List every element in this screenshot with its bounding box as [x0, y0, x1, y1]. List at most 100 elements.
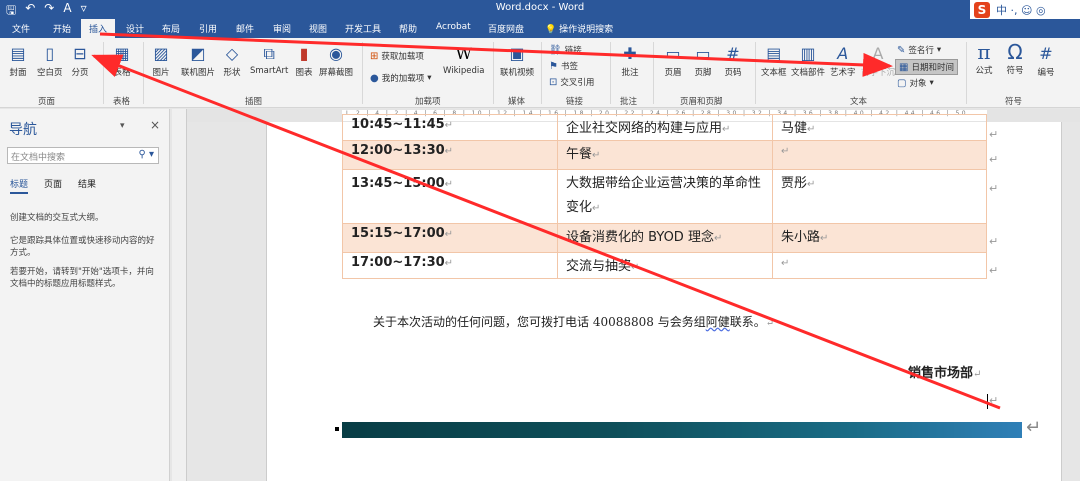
schedule-time-cell[interactable]: 15:15~17:00↵	[342, 223, 558, 253]
link-button[interactable]: ⛓ 链接	[549, 44, 582, 57]
shapes-button[interactable]: ◇ 形状	[222, 44, 242, 78]
tab-help[interactable]: 帮助	[399, 22, 417, 35]
pictures-button[interactable]: ▨ 图片	[151, 44, 171, 78]
search-icon[interactable]: ⚲ ▾	[138, 149, 154, 160]
group-divider	[143, 42, 144, 104]
number-button[interactable]: # 编号	[1036, 44, 1056, 78]
schedule-time-cell[interactable]: 12:00~13:30↵	[342, 140, 558, 170]
schedule-time-cell[interactable]: 10:45~11:45↵	[342, 114, 558, 141]
tab-mailings[interactable]: 邮件	[236, 22, 254, 35]
screenshot-button[interactable]: ◉ 屏幕截图	[319, 44, 353, 78]
schedule-speaker-cell[interactable]: 马健↵	[772, 114, 987, 141]
schedule-topic-cell[interactable]: 交流与抽奖↵	[557, 252, 773, 279]
schedule-time-cell[interactable]: 17:00~17:30↵	[342, 252, 558, 279]
cross-reference-button[interactable]: ⊡ 交叉引用	[549, 76, 594, 89]
tab-references[interactable]: 引用	[199, 22, 217, 35]
page-number-label: 页码	[724, 68, 742, 78]
contact-paragraph[interactable]: 关于本次活动的任何问题，您可拨打电话 40088808 与会务组阿健联系。↵	[373, 313, 774, 330]
vertical-ruler[interactable]	[172, 109, 187, 481]
chart-icon: ▮	[299, 44, 309, 63]
page-break-button[interactable]: ⊟ 分页	[70, 44, 90, 78]
ime-toolbar[interactable]: S 中 ·, ☺ ◎	[970, 0, 1080, 19]
navigation-pane: 导航 ▾ × 在文档中搜索 ⚲ ▾ 标题 页面 结果 创建文档的交互式大纲。 它…	[0, 109, 170, 481]
tab-baidu-netdisk[interactable]: 百度网盘	[488, 22, 524, 35]
header-button[interactable]: ▭ 页眉	[663, 44, 683, 78]
link-label: 链接	[564, 46, 582, 56]
tab-file[interactable]: 文件	[12, 22, 30, 35]
schedule-speaker-cell[interactable]: 朱小路↵	[772, 223, 987, 253]
drop-cap-button[interactable]: A 首字下沉	[861, 44, 895, 78]
object-button[interactable]: ▢ 对象 ▾	[897, 77, 934, 90]
tab-design[interactable]: 设计	[126, 22, 144, 35]
schedule-speaker-cell[interactable]: 贾彤↵	[772, 169, 987, 224]
date-time-button[interactable]: ▦ 日期和时间	[895, 59, 958, 75]
blank-page-button[interactable]: ▯ 空白页	[37, 44, 63, 78]
table-row[interactable]: 12:00~13:30↵ 午餐↵ ↵	[342, 140, 987, 170]
schedule-topic-cell[interactable]: 企业社交网络的构建与应用↵	[557, 114, 773, 141]
department-signature[interactable]: 销售市场部↵	[908, 362, 981, 381]
nav-search-input[interactable]: 在文档中搜索 ⚲ ▾	[7, 147, 159, 164]
wordart-button[interactable]: A 艺术字	[830, 44, 856, 78]
schedule-topic-cell[interactable]: 大数据带给企业运营决策的革命性变化↵	[557, 169, 773, 224]
symbol-label: 符号	[1006, 66, 1024, 76]
table-row[interactable]: 13:45~15:00↵ 大数据带给企业运营决策的革命性变化↵ 贾彤↵	[342, 169, 987, 224]
tab-layout[interactable]: 布局	[162, 22, 180, 35]
tab-view[interactable]: 视图	[309, 22, 327, 35]
nav-tab-pages[interactable]: 页面	[44, 177, 62, 194]
tab-acrobat[interactable]: Acrobat	[436, 22, 471, 32]
wikipedia-label: Wikipedia	[443, 66, 485, 76]
table-row[interactable]: 10:45~11:45↵ 企业社交网络的构建与应用↵ 马健↵	[342, 114, 987, 141]
wikipedia-button[interactable]: W Wikipedia	[443, 44, 484, 76]
table-row[interactable]: 15:15~17:00↵ 设备消费化的 BYOD 理念↵ 朱小路↵	[342, 223, 987, 253]
nav-title: 导航	[9, 122, 37, 138]
schedule-table[interactable]: 10:45~11:45↵ 企业社交网络的构建与应用↵ 马健↵ 12:00~13:30↵…	[342, 114, 987, 279]
contact-text: 关于本次活动的任何问题，您可拨打电话 40088808 与会务组	[373, 315, 706, 329]
smartart-button[interactable]: ⧉ SmartArt	[250, 44, 288, 76]
signature-line-button[interactable]: ✎ 签名行 ▾	[897, 44, 941, 57]
schedule-topic-cell[interactable]: 午餐↵	[557, 140, 773, 170]
get-addins-button[interactable]: ⊞ 获取加载项	[370, 50, 424, 63]
bookmark-button[interactable]: ⚑ 书签	[549, 60, 578, 73]
nav-tab-results[interactable]: 结果	[78, 177, 96, 194]
tell-me-search[interactable]: 💡 操作说明搜索	[545, 22, 613, 35]
cross-reference-icon: ⊡	[549, 76, 558, 88]
cell-end-mark: ↵	[444, 229, 454, 240]
document-page[interactable]: 10:45~11:45↵ 企业社交网络的构建与应用↵ 马健↵ 12:00~13:30↵…	[266, 114, 1062, 481]
tab-home[interactable]: 开始	[53, 22, 71, 35]
tab-insert[interactable]: 插入	[81, 19, 116, 38]
symbol-button[interactable]: Ω 符号	[1005, 42, 1025, 76]
cover-page-label: 封面	[9, 68, 27, 78]
quick-parts-button[interactable]: ▥ 文档部件	[791, 44, 825, 78]
cover-page-button[interactable]: ▤ 封面	[8, 44, 28, 78]
schedule-time-cell[interactable]: 13:45~15:00↵	[342, 169, 558, 224]
online-video-button[interactable]: ▣ 联机视频	[500, 44, 534, 78]
equation-button[interactable]: π 公式	[974, 42, 994, 76]
group-label-media: 媒体	[508, 97, 526, 107]
schedule-speaker-cell[interactable]: ↵	[772, 140, 987, 170]
textbox-button[interactable]: ▤ 文本框	[761, 44, 787, 78]
group-divider	[541, 42, 542, 104]
footer-icon: ▭	[695, 44, 711, 63]
decorative-gradient-bar[interactable]	[342, 422, 1022, 438]
tab-developer[interactable]: 开发工具	[345, 22, 381, 35]
sogou-logo-icon: S	[974, 1, 990, 18]
table-row[interactable]: 17:00~17:30↵ 交流与抽奖↵ ↵	[342, 252, 987, 279]
schedule-speaker-cell[interactable]: ↵	[772, 252, 987, 279]
my-addins-button[interactable]: ● 我的加载项 ▾	[370, 72, 432, 85]
nav-tab-headings[interactable]: 标题	[10, 177, 29, 194]
nav-hint-1: 创建文档的交互式大纲。	[10, 213, 104, 223]
comment-button[interactable]: ✚ 批注	[620, 44, 640, 78]
schedule-speaker-text: 贾彤	[781, 176, 808, 191]
table-button[interactable]: ▦ 表格	[112, 44, 132, 78]
online-pictures-button[interactable]: ◩ 联机图片	[181, 44, 215, 78]
chart-button[interactable]: ▮ 图表	[294, 44, 314, 78]
footer-button[interactable]: ▭ 页脚	[693, 44, 713, 78]
close-icon[interactable]: ×	[150, 118, 160, 132]
nav-options-icon[interactable]: ▾	[120, 121, 125, 131]
schedule-topic-cell[interactable]: 设备消费化的 BYOD 理念↵	[557, 223, 773, 253]
tab-review[interactable]: 审阅	[273, 22, 291, 35]
comment-icon: ✚	[623, 44, 637, 63]
group-divider	[493, 42, 494, 104]
signature-line-label: 签名行	[908, 46, 934, 56]
page-number-button[interactable]: # 页码	[723, 44, 743, 78]
